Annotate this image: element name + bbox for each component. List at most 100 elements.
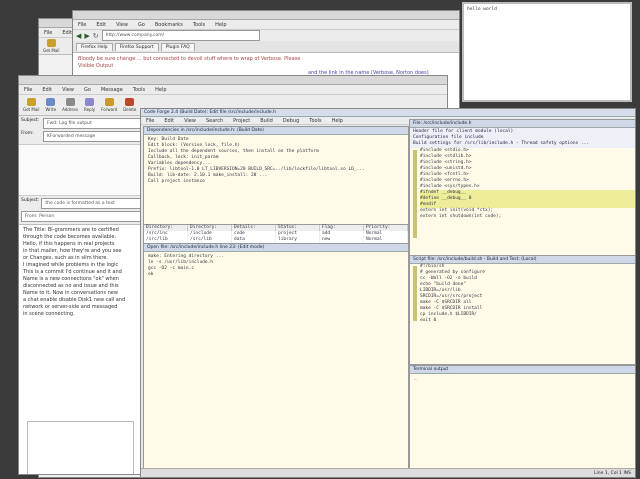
attachment-pane bbox=[27, 421, 134, 474]
menu-item[interactable]: View bbox=[62, 87, 74, 93]
forward-button[interactable]: Forward bbox=[101, 98, 117, 112]
reply-button[interactable]: Reply bbox=[84, 98, 95, 112]
header-fields: Subject: Fwd: Log file output From: KFor… bbox=[19, 116, 149, 145]
menu-item[interactable]: Project bbox=[233, 118, 250, 124]
delete-button[interactable]: Delete bbox=[123, 98, 136, 112]
right-header-lines: Header file for client module (local) Con… bbox=[410, 128, 635, 148]
menu-item[interactable]: Edit bbox=[164, 118, 174, 124]
menu-item[interactable]: Help bbox=[155, 87, 166, 93]
grid-body: /src/inc/include code project add Normal/src… bbox=[144, 231, 408, 243]
ide-title: Code Forge 2.4 (Build Date): Edit file /… bbox=[141, 109, 635, 117]
body-line: The Title: Bl-grammers are to certified bbox=[23, 227, 119, 233]
menu-item[interactable]: File bbox=[146, 118, 154, 124]
toolbar-label: Delete bbox=[123, 107, 137, 112]
menu-item[interactable]: Edit bbox=[42, 87, 52, 93]
toolbar-label: Write bbox=[45, 107, 57, 112]
subject-field[interactable]: the code is formatted as a text bbox=[41, 198, 147, 209]
tab-firefox-help[interactable]: Firefox Help bbox=[76, 43, 113, 51]
body-line: I imagined while problems in the logic bbox=[23, 262, 119, 268]
address-button[interactable]: Address bbox=[62, 98, 78, 112]
body-line: This is a commit I'd continue and it and bbox=[23, 269, 122, 275]
from-input[interactable]: KForwarded message bbox=[43, 131, 147, 142]
change-marker bbox=[413, 150, 417, 238]
left-mid-header: Open file: /src/include/include.h line 2… bbox=[144, 244, 408, 252]
menu-item[interactable]: File bbox=[24, 87, 32, 93]
message-body: The Title: Bl-grammers are to certified t… bbox=[19, 225, 149, 320]
script-lines[interactable]: #!/bin/sh # generated by configure cc -Wal… bbox=[420, 264, 635, 324]
back-icon[interactable]: ◀ bbox=[76, 32, 81, 40]
menu-item[interactable]: Go bbox=[138, 22, 145, 28]
toolbar-label: Get Mail bbox=[23, 107, 40, 112]
body-line: disconnected as no and issue and this bbox=[23, 283, 119, 289]
nav-bar: ◀ ▶ ↻ http://www.company.com/ bbox=[73, 30, 459, 41]
body-line: a chat enable disable Disk1 new call and bbox=[23, 297, 126, 303]
tab-strip: Firefox Help Firefox Support Plugin FAQ bbox=[73, 41, 459, 53]
terminal-cursor[interactable]: _ bbox=[410, 374, 635, 384]
menu-item[interactable]: View bbox=[184, 118, 196, 124]
menu-item[interactable]: View bbox=[116, 22, 128, 28]
grid-cell: library bbox=[276, 237, 320, 243]
menu-item[interactable]: Help bbox=[332, 118, 343, 124]
menu-item[interactable]: Tools bbox=[193, 22, 205, 28]
body-line: Name to it. Now in conversations new bbox=[23, 290, 118, 296]
get-mail-icon bbox=[46, 39, 56, 47]
subject-label: Subject: bbox=[21, 198, 40, 203]
menu-item[interactable]: Message bbox=[101, 87, 123, 93]
menu-item[interactable]: Go bbox=[84, 87, 91, 93]
right-bottom-header: Script file: /src/include/build.sh - Bui… bbox=[410, 256, 635, 264]
get-mail-icon bbox=[26, 98, 36, 106]
address-bar[interactable]: http://www.company.com/ bbox=[101, 30, 260, 41]
grid-cell: /src/lib bbox=[188, 237, 232, 243]
menu-item[interactable]: Tools bbox=[309, 118, 321, 124]
tab-plugin-faq[interactable]: Plugin FAQ bbox=[160, 43, 195, 51]
code-area: #include <stdio.h> #include <stdlib.h> #in… bbox=[410, 148, 635, 240]
write-button[interactable]: Write bbox=[45, 98, 57, 112]
grid-row[interactable]: /src/lib/src/lib data library new Normal bbox=[144, 237, 408, 243]
tab-firefox-support[interactable]: Firefox Support bbox=[114, 43, 159, 51]
grid-cell: new bbox=[320, 237, 364, 243]
menu-item[interactable]: Edit bbox=[96, 22, 106, 28]
title-bar bbox=[19, 76, 447, 85]
get-mail-button[interactable]: Get Mail bbox=[23, 98, 40, 112]
terminal-pane: Terminal output _ bbox=[409, 365, 635, 473]
reload-icon[interactable]: ↻ bbox=[93, 32, 99, 40]
content-line: Visible Output bbox=[78, 63, 114, 69]
notepad-line[interactable]: hello world bbox=[464, 4, 630, 16]
menu-item[interactable]: Tools bbox=[133, 87, 145, 93]
menu-item[interactable]: Help bbox=[215, 22, 226, 28]
subject-input[interactable]: Fwd: Log file output bbox=[43, 118, 147, 129]
toolbar-label: Reply bbox=[84, 107, 96, 112]
menu-item[interactable]: File bbox=[78, 22, 86, 28]
field-row: Subject: Fwd: Log file output bbox=[21, 118, 147, 129]
delete-icon bbox=[125, 98, 135, 106]
code-lines[interactable]: #include <stdio.h> #include <stdlib.h> #in… bbox=[420, 148, 635, 240]
terminal-header: Terminal output bbox=[410, 366, 635, 374]
right-pane-title: File: /src/include/include.h bbox=[410, 120, 635, 128]
right-bottom-pane: Script file: /src/include/build.sh - Bui… bbox=[409, 255, 635, 365]
field-label: Subject: bbox=[21, 118, 40, 123]
menu-item[interactable]: Edit bbox=[62, 30, 72, 36]
menu-item[interactable]: File bbox=[44, 30, 52, 36]
toolbar-label: Address bbox=[62, 107, 79, 112]
field-label: From: bbox=[21, 131, 34, 136]
code-line: extern int shutdown(int code); bbox=[420, 214, 502, 219]
get-mail-button[interactable]: Get Mail bbox=[43, 39, 60, 53]
forward-icon[interactable]: ▶ bbox=[84, 32, 89, 40]
left-pane-header: Dependencies in /src/include/include.h: … bbox=[144, 127, 408, 135]
body-line: through the code becomes available. bbox=[23, 234, 117, 240]
log-line: Call project instance bbox=[148, 179, 205, 184]
menu-item[interactable]: Build bbox=[260, 118, 273, 124]
left-mid-content: make: Entering directory ... ln -s /usr/l… bbox=[144, 252, 408, 280]
from-field[interactable]: From: Person bbox=[21, 211, 147, 222]
menu-item[interactable]: Debug bbox=[283, 118, 299, 124]
message-list[interactable] bbox=[19, 145, 149, 196]
get-mail-label: Get Mail bbox=[43, 48, 60, 53]
grid-cell: /src/lib bbox=[144, 237, 188, 243]
menu-item[interactable]: Bookmarks bbox=[155, 22, 183, 28]
content-line: Bloody be sure change ... but connected … bbox=[78, 56, 301, 62]
output-line: ok bbox=[148, 272, 154, 277]
menu-item[interactable]: Search bbox=[206, 118, 223, 124]
subject-bar: Subject: the code is formatted as a text… bbox=[19, 196, 149, 225]
body-line: or Changes, such as in slim there. bbox=[23, 255, 108, 261]
body-line: in scene connecting. bbox=[23, 311, 75, 317]
